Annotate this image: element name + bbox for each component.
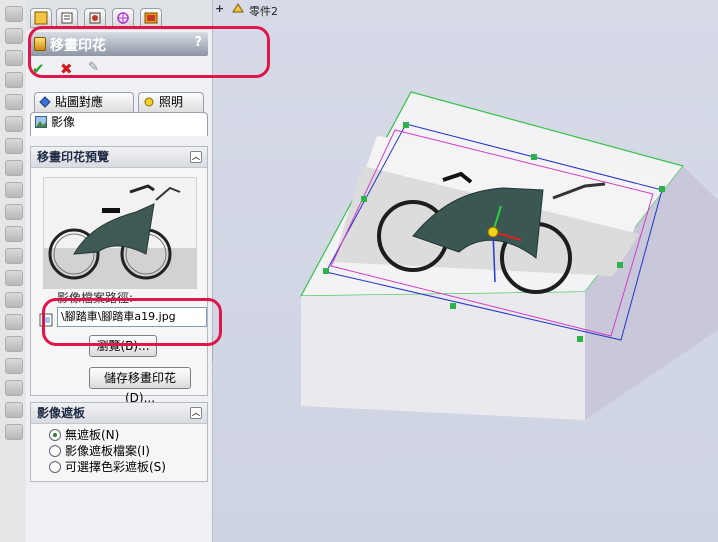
toolbar-tool-icon[interactable] xyxy=(5,248,23,264)
resize-handle xyxy=(361,196,367,202)
toolbar-tool-icon[interactable] xyxy=(5,336,23,352)
model-view xyxy=(299,91,718,420)
toolbar-tool-icon[interactable] xyxy=(5,94,23,110)
command-toolbar xyxy=(0,0,27,542)
configuration-manager-icon xyxy=(89,12,101,24)
section-header: 移畫印花預覽 ︿ xyxy=(31,147,207,168)
radio-label: 可選擇色彩遮板(S) xyxy=(65,460,166,474)
toolbar-tool-icon[interactable] xyxy=(5,182,23,198)
toolbar-tool-icon[interactable] xyxy=(5,28,23,44)
toolbar-tool-icon[interactable] xyxy=(5,6,23,22)
selectable-color-mask-radio[interactable]: 可選擇色彩遮板(S) xyxy=(49,459,166,475)
radio-icon xyxy=(49,461,61,473)
toolbar-tool-icon[interactable] xyxy=(5,204,23,220)
collapse-icon[interactable]: ︿ xyxy=(190,151,202,163)
tab-mapping[interactable]: 貼圖對應 xyxy=(34,92,134,112)
dim-expert-tab[interactable] xyxy=(112,8,134,28)
radio-label: 影像遮板檔案(I) xyxy=(65,444,150,458)
mapping-icon xyxy=(39,96,51,108)
dim-expert-icon xyxy=(117,12,129,24)
toolbar-tool-icon[interactable] xyxy=(5,292,23,308)
toolbar-tool-icon[interactable] xyxy=(5,380,23,396)
tab-image-label: 影像 xyxy=(51,115,76,129)
resize-handle xyxy=(577,336,583,342)
radio-label: 無遮板(N) xyxy=(65,428,120,442)
property-manager-tab[interactable] xyxy=(56,8,78,28)
property-manager: 移畫印花 ? ✔ ✖ ✎ 貼圖對應 照明 影像 移畫印花預覽 ︿ 影像檔案路徑:… xyxy=(26,0,213,542)
title-highlight xyxy=(28,26,270,78)
resize-handle xyxy=(617,262,623,268)
image-mask-section: 影像遮板 ︿ 無遮板(N) 影像遮板檔案(I) 可選擇色彩遮板(S) xyxy=(30,402,208,482)
radio-selected-icon xyxy=(49,429,61,441)
toolbar-tool-icon[interactable] xyxy=(5,314,23,330)
toolbar-tool-icon[interactable] xyxy=(5,226,23,242)
triad-origin xyxy=(487,226,499,238)
no-mask-radio[interactable]: 無遮板(N) xyxy=(49,427,119,443)
path-highlight xyxy=(42,298,222,346)
display-manager-icon xyxy=(144,12,158,24)
toolbar-tool-icon[interactable] xyxy=(5,358,23,374)
resize-handle xyxy=(403,122,409,128)
toolbar-tool-icon[interactable] xyxy=(5,402,23,418)
display-manager-tab[interactable] xyxy=(140,8,162,28)
save-decal-button[interactable]: 儲存移畫印花(D)... xyxy=(89,367,191,405)
toolbar-tool-icon[interactable] xyxy=(5,270,23,286)
toolbar-tool-icon[interactable] xyxy=(5,72,23,88)
resize-handle xyxy=(450,303,456,309)
feature-manager-icon xyxy=(34,11,48,25)
decal-tabs: 貼圖對應 照明 影像 xyxy=(30,92,210,136)
section-title: 影像遮板 xyxy=(37,406,86,420)
configuration-manager-tab[interactable] xyxy=(84,8,106,28)
block-front-face xyxy=(301,292,585,420)
feature-manager-tab[interactable] xyxy=(30,8,52,28)
toolbar-tool-icon[interactable] xyxy=(5,50,23,66)
tab-image[interactable]: 影像 xyxy=(30,112,208,136)
section-header: 影像遮板 ︿ xyxy=(31,403,207,424)
property-manager-icon xyxy=(61,12,73,24)
image-icon xyxy=(35,116,47,128)
graphics-area[interactable]: + 零件2 xyxy=(213,0,718,542)
tab-lighting-label: 照明 xyxy=(159,95,184,109)
decal-preview-image xyxy=(43,177,197,289)
toolbar-tool-icon[interactable] xyxy=(5,424,23,440)
image-mask-file-radio[interactable]: 影像遮板檔案(I) xyxy=(49,443,150,459)
section-title: 移畫印花預覽 xyxy=(37,150,110,164)
collapse-icon[interactable]: ︿ xyxy=(190,407,202,419)
tab-mapping-label: 貼圖對應 xyxy=(55,95,104,109)
decal-preview-section: 移畫印花預覽 ︿ 影像檔案路徑: \腳踏車\腳踏車a19.jpg 瀏覽(B)..… xyxy=(30,146,208,405)
toolbar-tool-icon[interactable] xyxy=(5,138,23,154)
resize-handle xyxy=(531,154,537,160)
toolbar-tool-icon[interactable] xyxy=(5,116,23,132)
lighting-icon xyxy=(144,97,154,107)
tab-lighting[interactable]: 照明 xyxy=(138,92,204,112)
toolbar-tool-icon[interactable] xyxy=(5,160,23,176)
radio-icon xyxy=(49,445,61,457)
resize-handle xyxy=(323,268,329,274)
resize-handle xyxy=(659,186,665,192)
